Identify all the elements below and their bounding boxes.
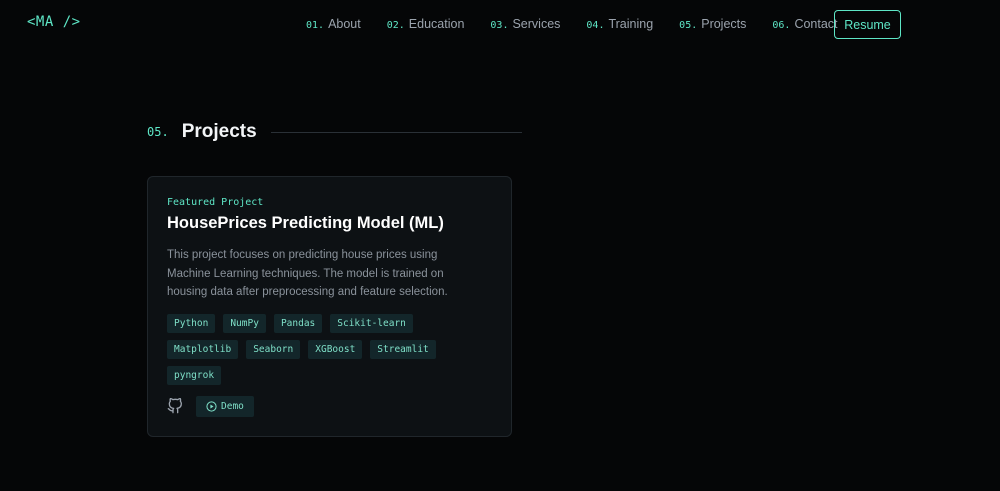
nav-label: Contact bbox=[794, 17, 838, 31]
section-title: Projects bbox=[181, 121, 257, 142]
play-icon bbox=[206, 400, 217, 412]
nav-label: Education bbox=[408, 17, 465, 31]
tech-tag: pyngrok bbox=[167, 365, 222, 385]
tech-tag: NumPy bbox=[223, 313, 266, 333]
project-card: Featured Project HousePrices Predicting … bbox=[147, 176, 512, 437]
resume-button[interactable]: Resume bbox=[834, 10, 901, 39]
project-description: This project focuses on predicting house… bbox=[167, 249, 448, 298]
project-actions: Demo bbox=[167, 395, 492, 417]
nav-item-education[interactable]: 02. Education bbox=[387, 17, 465, 31]
nav-number: 05. bbox=[679, 20, 698, 31]
tech-tag: Pandas bbox=[273, 313, 323, 333]
nav-item-services[interactable]: 03. Services bbox=[490, 17, 560, 31]
nav-item-about[interactable]: 01. About bbox=[306, 17, 361, 31]
site-logo[interactable]: <MA /> bbox=[27, 14, 81, 30]
section-number: 05. bbox=[147, 125, 169, 139]
nav-item-projects[interactable]: 05. Projects bbox=[679, 17, 746, 31]
section-divider bbox=[270, 131, 522, 133]
tech-tags: Python NumPy Pandas Scikit-learn Matplot… bbox=[167, 313, 467, 392]
tech-tag: XGBoost bbox=[308, 339, 363, 359]
nav-number: 04. bbox=[586, 20, 605, 31]
tech-tag: Scikit-learn bbox=[330, 313, 413, 333]
tech-tag: Python bbox=[167, 313, 216, 333]
tech-tag: Matplotlib bbox=[167, 339, 239, 359]
project-title: HousePrices Predicting Model (ML) bbox=[167, 214, 444, 232]
nav-label: About bbox=[328, 17, 361, 31]
tech-tag: Streamlit bbox=[370, 339, 436, 359]
tech-tag: Seaborn bbox=[246, 339, 301, 359]
demo-button[interactable]: Demo bbox=[196, 395, 254, 417]
main-nav: 01. About 02. Education 03. Services 04.… bbox=[306, 17, 864, 31]
nav-item-training[interactable]: 04. Training bbox=[586, 17, 653, 31]
nav-label: Training bbox=[608, 17, 654, 31]
featured-badge: Featured Project bbox=[167, 197, 264, 208]
nav-number: 02. bbox=[386, 20, 405, 31]
nav-label: Projects bbox=[701, 17, 747, 31]
github-icon[interactable] bbox=[167, 398, 183, 414]
nav-number: 03. bbox=[490, 20, 509, 31]
section-heading: 05. Projects bbox=[147, 121, 522, 143]
nav-item-contact[interactable]: 06. Contact bbox=[772, 17, 837, 31]
nav-number: 06. bbox=[772, 20, 791, 31]
nav-label: Services bbox=[512, 17, 561, 31]
demo-label: Demo bbox=[221, 400, 244, 412]
nav-number: 01. bbox=[306, 20, 325, 31]
